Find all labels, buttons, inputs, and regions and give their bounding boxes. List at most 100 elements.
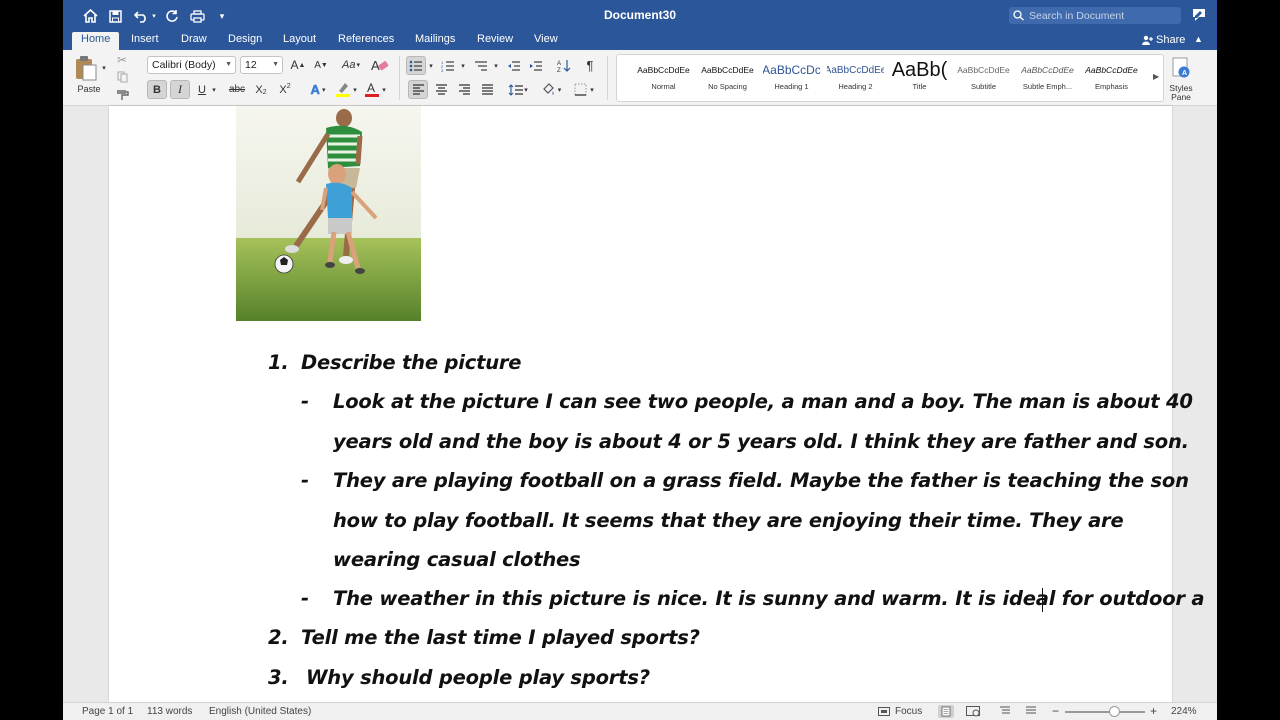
multilevel-list-button[interactable] (471, 56, 491, 75)
superscript-button[interactable]: X2 (275, 80, 295, 99)
outline-view-icon[interactable] (999, 706, 1011, 719)
line-spacing-button[interactable]: ▾ (505, 80, 531, 99)
bullets-dropdown-icon[interactable]: ▾ (427, 56, 435, 75)
share-button[interactable]: Share (1141, 32, 1185, 48)
tab-draw[interactable]: Draw (172, 32, 216, 50)
sort-icon[interactable]: AZ (554, 56, 574, 75)
justify-button[interactable] (477, 80, 497, 99)
zoom-in-icon[interactable]: + (1150, 704, 1157, 718)
bold-button[interactable]: B (147, 80, 167, 99)
format-painter-icon[interactable] (115, 88, 129, 102)
style-name: Emphasis (1095, 82, 1128, 91)
bullet-line[interactable]: how to play football. It seems that they… (333, 509, 1124, 532)
clear-formatting-icon[interactable]: A (369, 55, 391, 75)
styles-pane-icon[interactable]: A (1170, 56, 1192, 80)
change-case-icon[interactable]: Aa ▾ (337, 56, 365, 74)
paste-dropdown-icon[interactable]: ▾ (100, 64, 108, 72)
bullet-line[interactable]: wearing casual clothes (333, 548, 581, 571)
chevron-down-icon: ▼ (272, 61, 279, 68)
tab-view[interactable]: View (525, 32, 567, 50)
font-size-select[interactable]: 12 ▼ (240, 56, 283, 74)
tab-home[interactable]: Home (72, 32, 120, 50)
search-input[interactable]: Search in Document (1009, 7, 1181, 24)
bullet-line[interactable]: years old and the boy is about 4 or 5 ye… (333, 430, 1189, 453)
style-subtitle[interactable]: AaBbCcDdEe Subtitle (955, 58, 1012, 98)
feedback-icon[interactable] (1191, 7, 1207, 23)
focus-icon[interactable] (878, 707, 890, 719)
zoom-level[interactable]: 224% (1171, 706, 1197, 717)
underline-button[interactable]: U (194, 80, 210, 99)
font-name-select[interactable]: Calibri (Body) ▼ (147, 56, 236, 74)
zoom-out-icon[interactable]: − (1052, 704, 1059, 718)
cut-icon[interactable]: ✂ (115, 53, 129, 67)
language[interactable]: English (United States) (209, 706, 311, 717)
style-sample: AaBbCcDc (763, 63, 820, 77)
style-subtle-emphasis[interactable]: AaBbCcDdEe Subtle Emph... (1019, 58, 1076, 98)
italic-button[interactable]: I (170, 80, 190, 99)
bullets-button[interactable] (406, 56, 426, 75)
print-layout-view-icon[interactable] (938, 705, 954, 718)
bullet-dash: - (301, 469, 309, 492)
style-no-spacing[interactable]: AaBbCcDdEe No Spacing (699, 58, 756, 98)
decrease-indent-icon[interactable] (504, 56, 524, 75)
bullet-dash: - (301, 390, 309, 413)
style-heading-2[interactable]: AaBbCcDdEe Heading 2 (827, 58, 884, 98)
style-name: No Spacing (708, 82, 747, 91)
align-left-button[interactable] (408, 80, 428, 99)
father-son-football-photo[interactable] (236, 106, 421, 321)
style-sample: AaBbCcDdEe (957, 65, 1010, 75)
borders-button[interactable]: ▾ (569, 80, 599, 99)
paste-icon[interactable] (73, 54, 99, 82)
show-formatting-marks-icon[interactable]: ¶ (580, 56, 600, 75)
style-name: Heading 1 (774, 82, 809, 91)
tab-layout[interactable]: Layout (274, 32, 325, 50)
style-emphasis[interactable]: AaBbCcDdEe Emphasis (1083, 58, 1140, 98)
tab-design[interactable]: Design (219, 32, 271, 50)
align-center-button[interactable] (431, 80, 451, 99)
tab-mailings[interactable]: Mailings (406, 32, 464, 50)
shading-button[interactable]: ▾ (537, 80, 565, 99)
draft-view-icon[interactable] (1025, 706, 1037, 719)
focus-label[interactable]: Focus (895, 706, 922, 717)
gallery-expand-icon[interactable]: ▶ (1153, 72, 1159, 81)
multilevel-dropdown-icon[interactable]: ▾ (492, 56, 500, 75)
increase-indent-icon[interactable] (526, 56, 546, 75)
web-layout-view-icon[interactable] (966, 706, 980, 720)
svg-text:A: A (367, 81, 375, 95)
strikethrough-button[interactable]: abc (225, 80, 249, 99)
align-right-button[interactable] (454, 80, 474, 99)
word-count[interactable]: 113 words (147, 706, 192, 717)
highlight-color-icon[interactable]: ▾ (333, 80, 359, 99)
copy-icon[interactable] (115, 70, 129, 84)
style-normal[interactable]: AaBbCcDdEe Normal (635, 58, 692, 98)
style-name: Normal (651, 82, 676, 91)
superscript-label: X (279, 83, 287, 96)
bullet-line[interactable]: Look at the picture I can see two people… (333, 390, 1193, 413)
list-item-heading[interactable]: Tell me the last time I played sports? (301, 626, 700, 649)
text-effects-icon[interactable]: A ▾ (305, 80, 331, 99)
tab-review[interactable]: Review (468, 32, 522, 50)
page-count[interactable]: Page 1 of 1 (82, 706, 133, 717)
document-page[interactable]: 1. Describe the picture - Look at the pi… (109, 106, 1205, 702)
grow-font-icon[interactable]: A ▲ (287, 56, 309, 74)
tab-references[interactable]: References (329, 32, 403, 50)
numbering-dropdown-icon[interactable]: ▾ (459, 56, 467, 75)
collapse-ribbon-icon[interactable]: ▲ (1194, 34, 1203, 44)
list-item-heading[interactable]: Describe the picture (301, 351, 522, 374)
list-item-heading[interactable]: Why should people play sports? (306, 666, 650, 689)
svg-text:Z: Z (557, 68, 561, 73)
underline-dropdown-icon[interactable]: ▾ (210, 80, 218, 99)
zoom-slider-thumb[interactable] (1109, 706, 1120, 717)
style-heading-1[interactable]: AaBbCcDc Heading 1 (763, 58, 820, 98)
font-color-icon[interactable]: A ▾ (362, 80, 388, 99)
bullet-line[interactable]: The weather in this picture is nice. It … (333, 587, 1205, 610)
document-canvas: 1. Describe the picture - Look at the pi… (63, 106, 1217, 702)
bullet-line[interactable]: They are playing football on a grass fie… (333, 469, 1189, 492)
zoom-slider[interactable] (1065, 711, 1145, 713)
shrink-font-icon[interactable]: A ▼ (310, 56, 332, 74)
svg-text:3: 3 (441, 68, 444, 72)
numbering-button[interactable]: 123 (438, 56, 458, 75)
style-title[interactable]: AaBb( Title (891, 58, 948, 98)
tab-insert[interactable]: Insert (122, 32, 168, 50)
subscript-button[interactable]: X2 (251, 80, 271, 99)
